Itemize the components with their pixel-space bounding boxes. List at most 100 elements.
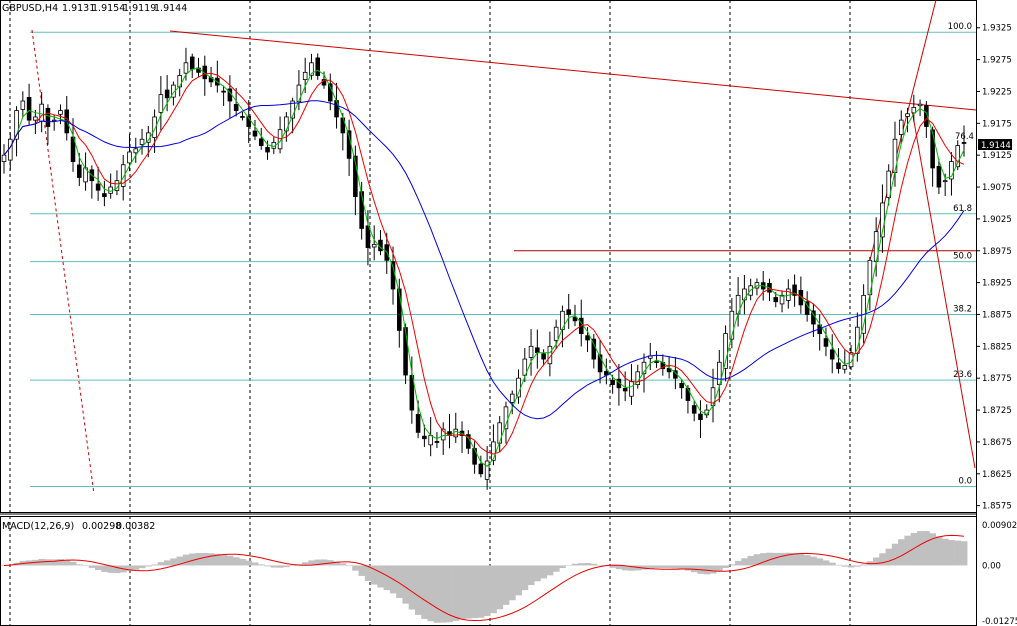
ohlc-open: 1.9131 [62, 3, 95, 14]
macd-bar [433, 565, 441, 623]
candle-body [428, 435, 433, 446]
fib-label: 50.0 [953, 252, 972, 262]
macd-indicator [0, 531, 968, 623]
macd-bar [458, 565, 466, 620]
macd-signal-value: 0.00382 [116, 521, 155, 532]
macd-bar [534, 565, 541, 582]
fan-line-down [911, 109, 976, 469]
macd-bar [170, 558, 177, 566]
candle-body [509, 393, 515, 403]
macd-bar [822, 560, 830, 566]
candle-body [359, 191, 364, 229]
macd-bar [527, 565, 535, 586]
macd-bar [684, 565, 692, 571]
macd-bar [509, 565, 516, 601]
macd-bar [138, 565, 146, 569]
macd-bar [164, 560, 171, 566]
macd-bar [44, 559, 52, 566]
macd-bar [465, 565, 472, 619]
candle-body [553, 326, 559, 341]
candle-body [95, 183, 101, 191]
macd-bar [734, 561, 742, 566]
macd-bar [860, 564, 868, 566]
candle-body [233, 104, 239, 111]
candle-body [497, 422, 502, 444]
price-tick-label: 1.9325 [982, 24, 1012, 34]
fib-label: 38.2 [953, 304, 972, 314]
candle-body [898, 119, 904, 135]
macd-bar [760, 553, 767, 566]
macd-bar [220, 554, 228, 566]
macd-bar [923, 531, 930, 566]
macd-bar [239, 558, 246, 566]
price-tick-label: 1.9025 [982, 215, 1012, 225]
macd-bar [791, 553, 799, 566]
macd-bar [421, 565, 428, 619]
symbol-label: GBPUSD,H4 [2, 3, 58, 14]
candle-body [936, 165, 942, 188]
macd-bar [414, 565, 422, 615]
macd-bar [145, 565, 152, 567]
candle-body [403, 327, 408, 376]
candle-body [905, 113, 910, 117]
candle-body [535, 347, 540, 354]
macd-bar [672, 565, 679, 569]
candle-body [422, 435, 427, 440]
price-tick-label: 1.8675 [982, 438, 1012, 448]
macd-bar [916, 531, 924, 566]
candle-body [164, 89, 170, 99]
macd-bar [553, 565, 560, 572]
ohlc-close: 1.9144 [154, 3, 187, 14]
price-chart-svg[interactable]: 100.061.850.038.223.60.0 1.93251.92751.9… [0, 0, 1017, 626]
candle-body [478, 463, 484, 475]
macd-bar [132, 565, 140, 570]
macd-bar [559, 565, 566, 569]
macd-tick-label: 0.00 [982, 561, 1001, 571]
candle-body [45, 107, 51, 127]
price-tick-label: 1.8875 [982, 310, 1012, 320]
price-tick-label: 1.8625 [982, 470, 1012, 480]
chart-window[interactable]: 100.0 61.8 50.0 38.2 23.6 0.0 1.9325 1.9275 1.9… [0, 0, 1017, 626]
macd-bar [408, 565, 416, 610]
macd-bar [352, 565, 359, 571]
macd-bar [841, 565, 849, 567]
price-tick-label: 1.8575 [982, 502, 1012, 512]
macd-bar [835, 564, 842, 566]
macd-bar [283, 565, 290, 568]
price-tick-label: 1.8825 [982, 342, 1012, 352]
macd-bar [665, 565, 673, 569]
macd-bar [427, 565, 435, 622]
candle-body [221, 90, 226, 93]
candle-body [773, 297, 779, 303]
macd-bar [854, 565, 861, 567]
macd-bar [722, 565, 730, 569]
macd-bar [82, 565, 90, 566]
macd-bar [716, 565, 723, 572]
main-pane-frame [0, 0, 977, 513]
candle-body [629, 380, 634, 397]
macd-tick-label: -0.01275 [982, 617, 1017, 626]
macd-bar [709, 565, 717, 574]
candle-body [541, 353, 546, 360]
macd-bar [339, 563, 347, 566]
macd-bar [747, 555, 755, 566]
macd-bar [948, 540, 955, 566]
macd-bar [207, 553, 215, 566]
macd-bar [502, 565, 510, 605]
candle-body [183, 62, 189, 74]
macd-bar [320, 559, 328, 566]
candle-body [679, 382, 684, 389]
macd-bar [484, 565, 491, 617]
candle-body [77, 164, 82, 178]
candlesticks [1, 47, 967, 490]
candle-body [622, 387, 628, 392]
macd-bar [101, 565, 108, 572]
macd-bar [201, 552, 209, 566]
macd-bar [226, 555, 234, 566]
macd-bar [804, 555, 811, 566]
macd-bar [653, 565, 660, 569]
macd-bar [258, 564, 265, 566]
candle-body [453, 428, 459, 438]
macd-bar [383, 565, 391, 591]
macd-bar [477, 565, 485, 618]
